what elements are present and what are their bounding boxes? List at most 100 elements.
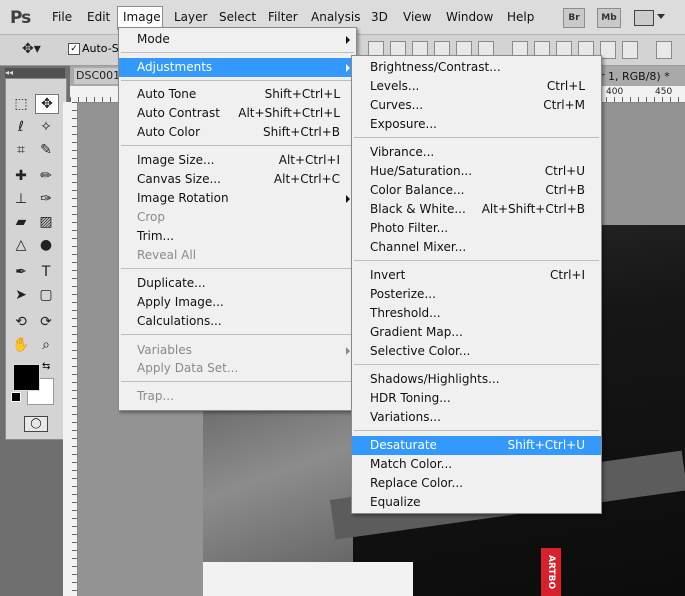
zoom-tool-icon[interactable]: ⌕ [35,336,57,354]
menu-image[interactable]: Image [123,10,161,24]
menu-help[interactable]: Help [507,10,534,24]
adjustments-item-invert[interactable]: Invert Ctrl+I [352,266,601,285]
image-menu-item-auto-tone[interactable]: Auto Tone Shift+Ctrl+L [119,85,356,104]
image-menu-item-auto-contrast[interactable]: Auto Contrast Alt+Shift+Ctrl+L [119,104,356,123]
auto-align-layers-icon[interactable] [656,41,672,59]
menu-3d[interactable]: 3D [371,10,388,24]
adjustments-item-variations[interactable]: Variations... [352,408,601,427]
crop-tool-icon[interactable]: ⌗ [10,141,32,159]
image-menu-item-canvas-size[interactable]: Canvas Size... Alt+Ctrl+C [119,170,356,189]
image-menu-item-mode[interactable]: Mode [119,30,356,49]
brush-tool-icon[interactable]: ✏ [35,167,57,185]
menu-layer[interactable]: Layer [174,10,207,24]
shape-tool-icon[interactable]: ▢ [35,286,57,304]
adjustments-item-threshold[interactable]: Threshold... [352,304,601,323]
spot-healing-tool-icon[interactable]: ✚ [10,167,32,185]
foreground-color-swatch-front[interactable] [13,364,40,391]
menu-separator [354,430,599,431]
hand-tool-icon[interactable]: ✋ [10,336,32,354]
adjustments-item-channel-mixer[interactable]: Channel Mixer... [352,238,601,257]
menu-select[interactable]: Select [219,10,256,24]
menu-file[interactable]: File [52,10,72,24]
image-menu-item-adjustments[interactable]: Adjustments [119,58,356,77]
menu-window[interactable]: Window [446,10,493,24]
adjustments-item-desaturate[interactable]: Desaturate Shift+Ctrl+U [352,436,601,455]
eraser-tool-icon[interactable]: ▰ [10,213,32,231]
image-menu-item-crop: Crop [137,210,166,224]
ruler-number-450: 450 [655,87,673,97]
menu-separator [121,145,354,146]
ruler-vertical [63,102,78,596]
adjustments-item-shadows-highlights[interactable]: Shadows/Highlights... [352,370,601,389]
adjustments-submenu: Brightness/Contrast... Levels... Ctrl+L C… [351,55,602,514]
ruler-number-400: 400 [606,87,624,97]
menu-separator [354,260,599,261]
menu-separator [354,364,599,365]
menu-view[interactable]: View [403,10,431,24]
image-menu-item-duplicate[interactable]: Duplicate... [119,274,356,293]
default-colors-icon[interactable] [11,392,21,402]
3d-rotate-tool-icon[interactable]: ⟲ [10,313,32,331]
lasso-tool-icon[interactable]: ℓ [10,118,32,136]
toolbox-collapse-icon[interactable]: ◂◂ [5,68,65,78]
dodge-tool-icon[interactable]: ● [35,236,57,254]
adjustments-item-match-color[interactable]: Match Color... [352,455,601,474]
bridge-button[interactable]: Br [563,8,585,28]
menu-analysis[interactable]: Analysis [311,10,360,24]
image-menu-item-reveal-all: Reveal All [137,248,197,262]
auto-select-checkbox[interactable]: ✓ [68,43,80,55]
image-menu-item-calculations[interactable]: Calculations... [119,312,356,331]
gradient-tool-icon[interactable]: ▨ [35,213,57,231]
adjustments-item-levels[interactable]: Levels... Ctrl+L [352,77,601,96]
adjustments-item-gradient-map[interactable]: Gradient Map... [352,323,601,342]
image-menu-item-trap: Trap... [137,389,174,403]
image-menu-item-variables: Variables [119,341,356,360]
image-menu-item-trim[interactable]: Trim... [119,227,356,246]
adjustments-item-black-white[interactable]: Black & White... Alt+Shift+Ctrl+B [352,200,601,219]
submenu-arrow-icon [346,36,350,44]
adjustments-item-posterize[interactable]: Posterize... [352,285,601,304]
type-tool-icon[interactable]: T [35,263,57,281]
image-menu-item-auto-color[interactable]: Auto Color Shift+Ctrl+B [119,123,356,142]
menu-separator [121,268,354,269]
distribute-hcenter-icon[interactable] [600,41,616,59]
adjustments-item-photo-filter[interactable]: Photo Filter... [352,219,601,238]
arrange-dropdown-icon[interactable] [657,14,665,19]
arrange-documents-icon[interactable] [634,10,654,26]
clone-stamp-tool-icon[interactable]: ⊥ [10,190,32,208]
distribute-right-icon[interactable] [622,41,638,59]
adjustments-item-hdr-toning[interactable]: HDR Toning... [352,389,601,408]
minibridge-button[interactable]: Mb [597,8,621,28]
image-menu-item-apply-image[interactable]: Apply Image... [119,293,356,312]
move-tool-icon[interactable]: ✥ [35,94,59,114]
menu-edit[interactable]: Edit [87,10,110,24]
eyedropper-tool-icon[interactable]: ✎ [35,141,57,159]
adjustments-item-curves[interactable]: Curves... Ctrl+M [352,96,601,115]
photoshop-logo: Ps [10,8,31,28]
blur-tool-icon[interactable]: △ [10,236,32,254]
magic-wand-tool-icon[interactable]: ✧ [35,118,57,136]
pen-tool-icon[interactable]: ✒ [10,263,32,281]
adjustments-item-hue-saturation[interactable]: Hue/Saturation... Ctrl+U [352,162,601,181]
submenu-arrow-icon [346,347,350,355]
path-selection-tool-icon[interactable]: ➤ [10,286,32,304]
adjustments-item-vibrance[interactable]: Vibrance... [352,143,601,162]
swap-colors-icon[interactable]: ⇆ [42,361,50,372]
adjustments-item-replace-color[interactable]: Replace Color... [352,474,601,493]
menu-separator [121,52,354,53]
adjustments-item-equalize[interactable]: Equalize [352,493,601,512]
menu-filter[interactable]: Filter [268,10,298,24]
history-brush-tool-icon[interactable]: ✑ [35,190,57,208]
image-menu-item-apply-data-set: Apply Data Set... [137,361,239,375]
adjustments-item-brightness-contrast[interactable]: Brightness/Contrast... [352,58,601,77]
image-menu-item-image-size[interactable]: Image Size... Alt+Ctrl+I [119,151,356,170]
photo-red-sign: ARTBO [541,548,561,596]
quick-mask-icon[interactable]: ◯ [24,416,48,432]
adjustments-item-selective-color[interactable]: Selective Color... [352,342,601,361]
move-tool-preset-icon[interactable]: ✥▾ [22,41,41,57]
adjustments-item-color-balance[interactable]: Color Balance... Ctrl+B [352,181,601,200]
image-menu-item-image-rotation[interactable]: Image Rotation [119,189,356,208]
adjustments-item-exposure[interactable]: Exposure... [352,115,601,134]
marquee-tool-icon[interactable]: ⬚ [10,95,32,113]
3d-orbit-tool-icon[interactable]: ⟳ [35,313,57,331]
